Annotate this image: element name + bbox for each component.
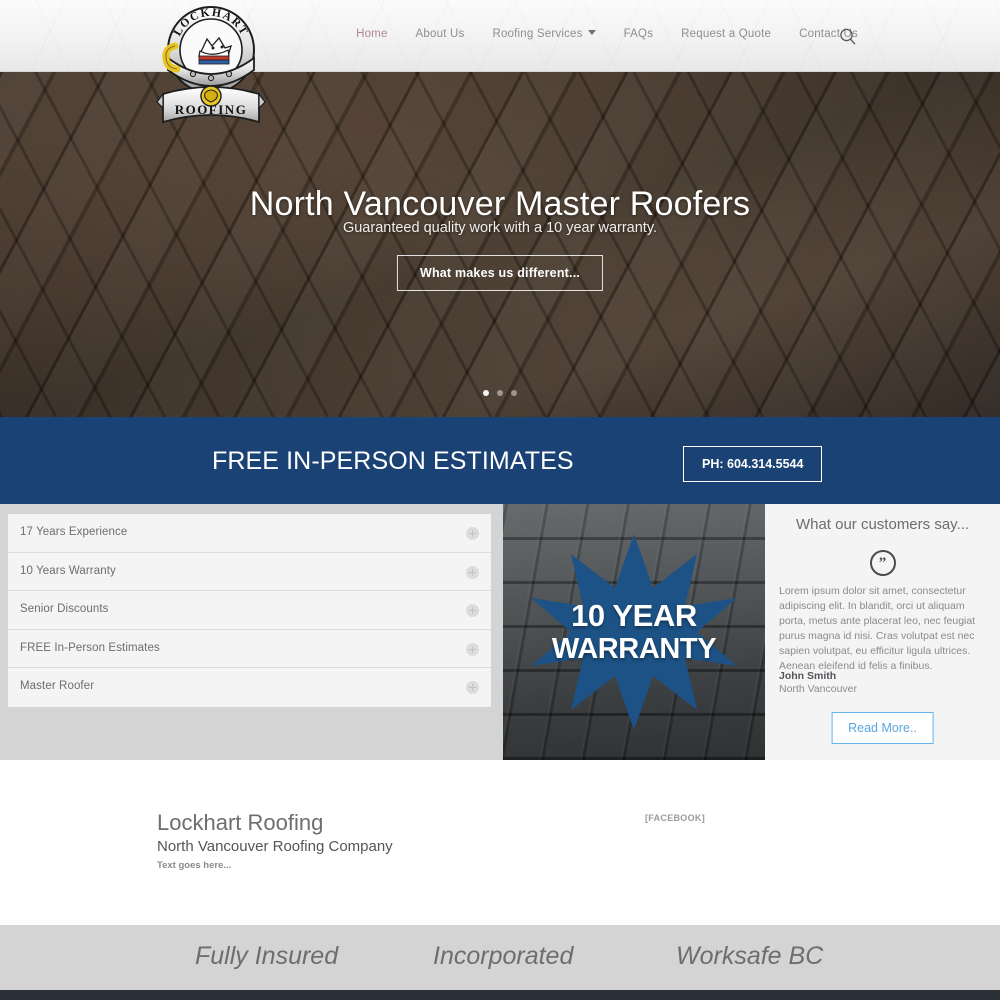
testimonial-author: John Smith [779, 670, 837, 682]
testimonial-body: Lorem ipsum dolor sit amet, consectetur … [779, 585, 976, 672]
footer-text: Text goes here... [157, 860, 232, 871]
bottom-bar [0, 990, 1000, 1000]
accordion-item-free-in-person-estimates[interactable]: FREE In-Person Estimates [8, 629, 491, 668]
main-navigation: Home About Us Roofing Services FAQs Requ… [342, 28, 872, 40]
footer-title: Lockhart Roofing [157, 810, 324, 835]
nav-item-about-us[interactable]: About Us [402, 28, 479, 40]
credential-incorporated: Incorporated [433, 942, 574, 970]
nav-label: Request a Quote [681, 28, 772, 40]
quote-mark-icon: ” [869, 550, 896, 576]
slider-dot-1[interactable] [483, 390, 489, 396]
slider-dot-3[interactable] [511, 390, 517, 396]
hero-title: North Vancouver Master Roofers [249, 185, 751, 223]
accordion-item-10-years-warranty[interactable]: 10 Years Warranty [8, 552, 491, 591]
testimonial-title: What our customers say... [795, 516, 970, 533]
chevron-down-icon [587, 30, 596, 35]
nav-label: About Us [415, 28, 465, 40]
estimates-band: FREE IN-PERSON ESTIMATES [0, 417, 1000, 504]
mid-section: 17 Years Experience 10 Years Warranty Se… [0, 504, 1000, 760]
hero-slider: North Vancouver Master Roofers Guarantee… [0, 72, 1000, 417]
testimonial-panel: What our customers say... ” Lorem ipsum … [765, 504, 1000, 760]
credentials-bar: Fully Insured Incorporated Worksafe BC [0, 925, 1000, 990]
credential-worksafe-bc: Worksafe BC [676, 942, 824, 970]
features-accordion: 17 Years Experience 10 Years Warranty Se… [8, 514, 491, 707]
accordion-label: 10 Years Warranty [20, 564, 116, 577]
accordion-item-17-years-experience[interactable]: 17 Years Experience [8, 514, 491, 553]
accordion-label: Master Roofer [20, 680, 95, 692]
warranty-line-2: WARRANTY [551, 633, 717, 665]
plus-circle-icon[interactable] [466, 681, 479, 694]
testimonial-location: North Vancouver [779, 683, 858, 695]
nav-item-roofing-services[interactable]: Roofing Services [478, 28, 609, 40]
hero-cta-button[interactable]: What makes us different... [396, 255, 604, 291]
warranty-badge-image: 10 YEAR WARRANTY [503, 504, 765, 760]
nav-label: Roofing Services [492, 28, 583, 40]
warranty-badge-text: 10 YEAR WARRANTY [503, 600, 765, 664]
page-root: Home About Us Roofing Services FAQs Requ… [0, 0, 1000, 1000]
phone-button[interactable]: PH: 604.314.5544 [683, 446, 823, 482]
site-logo[interactable]: LOCKHART ROOFING [155, 0, 267, 138]
estimates-heading: FREE IN-PERSON ESTIMATES [212, 447, 574, 475]
read-more-button[interactable]: Read More.. [831, 712, 934, 744]
nav-item-request-a-quote[interactable]: Request a Quote [667, 28, 785, 40]
site-footer: Lockhart Roofing North Vancouver Roofing… [0, 760, 1000, 925]
features-panel: 17 Years Experience 10 Years Warranty Se… [0, 504, 503, 760]
slider-dot-2[interactable] [497, 390, 503, 396]
site-header: Home About Us Roofing Services FAQs Requ… [0, 0, 1000, 72]
accordion-label: FREE In-Person Estimates [20, 641, 160, 654]
facebook-link[interactable]: [FACEBOOK] [645, 813, 705, 823]
warranty-line-1: 10 YEAR [571, 598, 697, 633]
slider-dots [0, 390, 1000, 396]
footer-subtitle: North Vancouver Roofing Company [157, 838, 393, 855]
hero-content: North Vancouver Master Roofers Guarantee… [0, 72, 1000, 417]
nav-item-contact-us[interactable]: Contact Us [785, 28, 872, 40]
nav-item-home[interactable]: Home [342, 28, 401, 40]
plus-circle-icon[interactable] [466, 565, 479, 579]
hero-subtitle: Guaranteed quality work with a 10 year w… [342, 220, 658, 236]
nav-label: Home [356, 28, 388, 40]
accordion-item-senior-discounts[interactable]: Senior Discounts [8, 591, 491, 630]
accordion-label: 17 Years Experience [20, 526, 128, 538]
search-icon[interactable] [838, 27, 858, 47]
accordion-label: Senior Discounts [20, 603, 109, 615]
nav-label: FAQs [623, 28, 654, 40]
plus-circle-icon[interactable] [466, 642, 479, 656]
nav-item-faqs[interactable]: FAQs [610, 28, 668, 40]
plus-circle-icon[interactable] [466, 604, 479, 617]
accordion-item-master-roofer[interactable]: Master Roofer [8, 668, 491, 707]
credential-fully-insured: Fully Insured [195, 942, 339, 970]
plus-circle-icon[interactable] [466, 527, 479, 540]
